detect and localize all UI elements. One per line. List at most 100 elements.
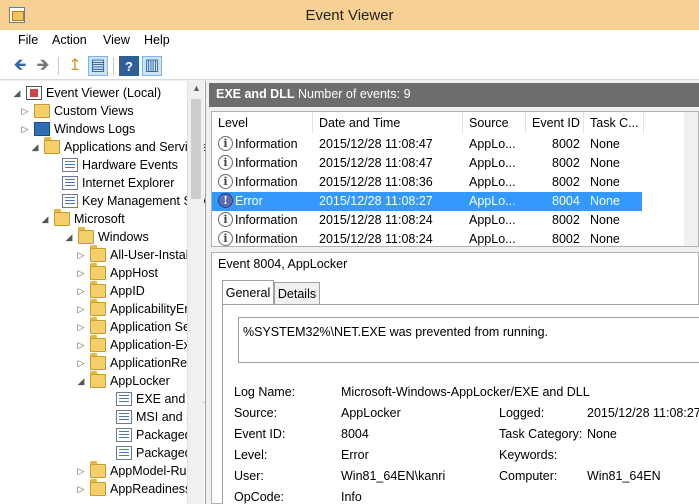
event-source-cell: AppLo... xyxy=(469,137,516,151)
tree-item[interactable]: ◢ Event Viewer (Local) xyxy=(12,84,161,102)
collapsed-arrow-icon[interactable]: ▷ xyxy=(20,106,30,117)
show-hide-action-pane-icon[interactable]: ▥ xyxy=(142,56,162,76)
collapsed-arrow-icon[interactable]: ▷ xyxy=(76,268,86,279)
expanded-arrow-icon[interactable]: ◢ xyxy=(64,232,74,243)
event-id-cell: 8002 xyxy=(552,213,580,227)
tree-item[interactable]: ▷ AppHost xyxy=(76,263,158,282)
expanded-arrow-icon[interactable]: ◢ xyxy=(12,88,22,99)
tree-item-label: Application Se xyxy=(110,320,190,334)
tab-details[interactable]: Details xyxy=(274,282,320,304)
tree-item-label: AppLocker xyxy=(110,374,170,388)
folder-icon xyxy=(90,335,106,352)
title-bar: Event Viewer xyxy=(0,0,699,30)
menu-view[interactable]: View xyxy=(103,33,130,47)
collapsed-arrow-icon[interactable]: ▷ xyxy=(76,322,86,333)
tree-item[interactable]: ▷ AppReadiness xyxy=(76,479,191,498)
tree-item[interactable]: Internet Explorer xyxy=(48,174,174,192)
tree-item[interactable]: Hardware Events xyxy=(48,156,178,174)
tree-item[interactable]: ◢ Applications and Services xyxy=(30,137,206,156)
event-message-box[interactable]: %SYSTEM32%\NET.EXE was prevented from ru… xyxy=(238,317,699,363)
tree-item[interactable]: ▷ Application-Ex xyxy=(76,335,190,354)
tree-item[interactable]: ▷ Custom Views xyxy=(20,102,134,120)
folder-icon xyxy=(90,317,106,334)
forward-icon[interactable]: 🡺 xyxy=(33,56,53,76)
tree-item[interactable]: ▷ AppID xyxy=(76,281,145,300)
log-icon xyxy=(116,410,132,424)
tree-item[interactable]: ▷ Application Se xyxy=(76,317,190,336)
event-source-cell: AppLo... xyxy=(469,156,516,170)
column-level[interactable]: Level xyxy=(212,112,313,134)
collapsed-arrow-icon[interactable]: ▷ xyxy=(76,304,86,315)
event-id-cell: 8002 xyxy=(552,156,580,170)
folder-icon xyxy=(90,245,106,262)
scroll-up-arrow-icon[interactable]: ▲ xyxy=(192,83,201,93)
information-icon: i xyxy=(218,231,233,246)
event-row[interactable]: ! Error 2015/12/28 11:08:27 AppLo... 8004 Non… xyxy=(212,192,642,211)
help-icon[interactable]: ? xyxy=(119,56,139,76)
tree-item[interactable]: ▷ All-User-Instal xyxy=(76,245,189,264)
event-row[interactable]: i Information 2015/12/28 11:08:47 AppLo... 8… xyxy=(212,135,642,154)
event-task-cell: None xyxy=(590,194,620,208)
event-list[interactable]: Level Date and Time Source Event ID Task… xyxy=(211,111,699,247)
toolbar-separator xyxy=(113,57,114,75)
toolbar: 🡸 🡺 ↥ ▤ ? ▥ xyxy=(0,52,699,80)
scroll-thumb[interactable] xyxy=(191,99,201,199)
general-tab-panel: %SYSTEM32%\NET.EXE was prevented from ru… xyxy=(222,304,699,504)
column-source[interactable]: Source xyxy=(463,112,526,134)
event-source-cell: AppLo... xyxy=(469,175,516,189)
tree-item[interactable]: MSI and Sc xyxy=(102,408,201,426)
event-task-cell: None xyxy=(590,175,620,189)
menu-help[interactable]: Help xyxy=(144,33,170,47)
event-row[interactable]: i Information 2015/12/28 11:08:24 AppLo... 8… xyxy=(212,211,642,230)
tree-scrollbar[interactable]: ▲ xyxy=(187,81,204,504)
menu-file[interactable]: File xyxy=(18,33,38,47)
tree-item[interactable]: ▷ AppModel-Ru xyxy=(76,461,186,480)
tree-item[interactable]: Key Management Serv xyxy=(48,192,205,210)
event-row[interactable]: i Information 2015/12/28 11:08:47 AppLo... 8… xyxy=(212,154,642,173)
tab-general[interactable]: General xyxy=(222,280,274,304)
expanded-arrow-icon[interactable]: ◢ xyxy=(40,214,50,225)
tree-item-label: Applications and Services xyxy=(64,140,206,154)
collapsed-arrow-icon[interactable]: ▷ xyxy=(76,358,86,369)
show-hide-tree-icon[interactable]: ▤ xyxy=(88,56,108,76)
event-date-cell: 2015/12/28 11:08:47 xyxy=(319,137,433,151)
collapsed-arrow-icon[interactable]: ▷ xyxy=(76,286,86,297)
event-date-cell: 2015/12/28 11:08:47 xyxy=(319,156,433,170)
event-count: Number of events: 9 xyxy=(298,87,411,101)
collapsed-arrow-icon[interactable]: ▷ xyxy=(76,484,86,495)
collapsed-arrow-icon[interactable]: ▷ xyxy=(20,124,30,135)
level-label: Level: xyxy=(234,448,268,462)
tree-item[interactable]: ◢ Microsoft xyxy=(40,209,125,228)
tree-item[interactable]: ▷ ApplicationRes xyxy=(76,353,193,372)
menu-action[interactable]: Action xyxy=(52,33,87,47)
information-icon: i xyxy=(218,136,233,151)
expanded-arrow-icon[interactable]: ◢ xyxy=(76,376,86,387)
collapsed-arrow-icon[interactable]: ▷ xyxy=(76,466,86,477)
event-id-cell: 8002 xyxy=(552,137,580,151)
source-label: Source: xyxy=(234,406,278,420)
window-title: Event Viewer xyxy=(305,7,394,24)
tree-item[interactable]: ◢ AppLocker xyxy=(76,371,170,390)
event-source-cell: AppLo... xyxy=(469,194,516,208)
collapsed-arrow-icon[interactable]: ▷ xyxy=(76,340,86,351)
event-row[interactable]: i Information 2015/12/28 11:08:24 AppLo... 8… xyxy=(212,230,642,246)
expanded-arrow-icon[interactable]: ◢ xyxy=(30,142,40,153)
back-icon[interactable]: 🡸 xyxy=(10,56,30,76)
event-level-cell: Information xyxy=(235,213,298,227)
tree-item[interactable]: ◢ Windows xyxy=(64,227,149,246)
tree-item[interactable]: ▷ Windows Logs xyxy=(20,120,135,138)
event-level-cell: Information xyxy=(235,156,298,170)
event-task-cell: None xyxy=(590,213,620,227)
event-row[interactable]: i Information 2015/12/28 11:08:36 AppLo... 8… xyxy=(212,173,642,192)
log-icon xyxy=(116,392,132,406)
event-list-scrollbar[interactable] xyxy=(684,112,698,246)
column-task-category[interactable]: Task C... xyxy=(584,112,644,134)
user-value: Win81_64EN\kanri xyxy=(341,469,446,483)
event-detail-title: Event 8004, AppLocker xyxy=(218,257,348,271)
tree-item[interactable]: ▷ ApplicabilityEr xyxy=(76,299,189,318)
up-folder-icon[interactable]: ↥ xyxy=(65,56,85,76)
column-date-time[interactable]: Date and Time xyxy=(313,112,463,134)
collapsed-arrow-icon[interactable]: ▷ xyxy=(76,250,86,261)
column-event-id[interactable]: Event ID xyxy=(526,112,584,134)
folder-icon xyxy=(90,371,106,388)
